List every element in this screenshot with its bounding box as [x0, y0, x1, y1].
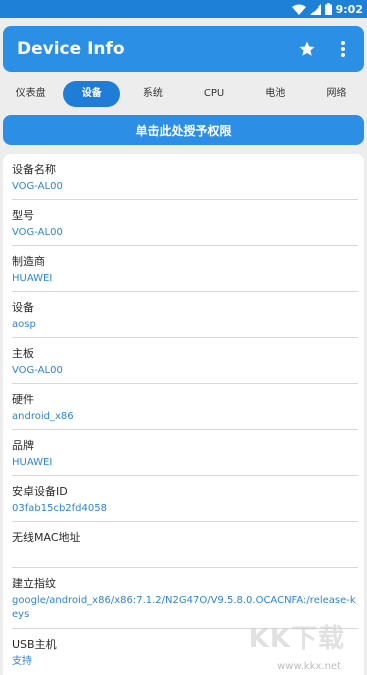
watermark-logo: KK下载 — [248, 624, 345, 654]
item-label: 主板 — [12, 347, 34, 360]
list-item-board[interactable]: 主板 VOG-AL00 — [12, 338, 358, 384]
tab-network[interactable]: 网络 — [308, 81, 365, 107]
tab-cpu[interactable]: CPU — [186, 81, 243, 107]
tab-dashboard[interactable]: 仪表盘 — [2, 81, 59, 107]
grant-permission-button[interactable]: 单击此处授予权限 — [3, 115, 364, 145]
list-item-hardware[interactable]: 硬件 android_x86 — [12, 384, 358, 430]
item-label: 型号 — [12, 209, 34, 222]
item-label: 制造商 — [12, 255, 45, 268]
list-item-model[interactable]: 型号 VOG-AL00 — [12, 200, 358, 246]
item-label: 硬件 — [12, 393, 34, 406]
watermark-url: www.kkx.net — [277, 661, 341, 672]
list-item-brand[interactable]: 品牌 HUAWEI — [12, 430, 358, 476]
list-item-device[interactable]: 设备 aosp — [12, 292, 358, 338]
item-value: HUAWEI — [12, 273, 53, 284]
tab-system[interactable]: 系统 — [124, 81, 181, 107]
item-label: 无线MAC地址 — [12, 531, 81, 544]
list-item-device-name[interactable]: 设备名称 VOG-AL00 — [12, 154, 358, 200]
battery-icon — [324, 3, 332, 15]
item-value: HUAWEI — [12, 457, 53, 468]
star-icon[interactable] — [292, 34, 322, 64]
app-bar: Device Info — [3, 26, 364, 72]
more-vert-icon[interactable] — [328, 34, 358, 64]
item-value: VOG-AL00 — [12, 227, 63, 238]
item-label: 品牌 — [12, 439, 34, 452]
status-bar: 9:02 — [0, 0, 367, 18]
item-value: VOG-AL00 — [12, 365, 63, 376]
signal-icon — [309, 3, 321, 15]
item-value: android_x86 — [12, 411, 74, 422]
status-icons: 9:02 — [291, 0, 363, 18]
list-item-android-id[interactable]: 安卓设备ID 03fab15cb2fd4058 — [12, 476, 358, 522]
item-label: 建立指纹 — [12, 577, 56, 590]
tab-battery[interactable]: 电池 — [247, 81, 304, 107]
tab-device[interactable]: 设备 — [63, 81, 121, 107]
app-title: Device Info — [17, 39, 125, 59]
list-item-wifi-mac[interactable]: 无线MAC地址 — [12, 522, 358, 568]
item-value: aosp — [12, 319, 36, 330]
clock: 9:02 — [335, 2, 363, 16]
item-label: 设备名称 — [12, 163, 56, 176]
tab-bar: 仪表盘 设备 系统 CPU 电池 网络 — [0, 80, 367, 108]
list-item-manufacturer[interactable]: 制造商 HUAWEI — [12, 246, 358, 292]
wifi-icon — [291, 4, 306, 15]
item-value: 03fab15cb2fd4058 — [12, 503, 107, 514]
item-label: 设备 — [12, 301, 34, 314]
device-info-list: 设备名称 VOG-AL00 型号 VOG-AL00 制造商 HUAWEI 设备 … — [3, 154, 364, 675]
item-label: 安卓设备ID — [12, 485, 68, 498]
item-value: VOG-AL00 — [12, 181, 63, 192]
